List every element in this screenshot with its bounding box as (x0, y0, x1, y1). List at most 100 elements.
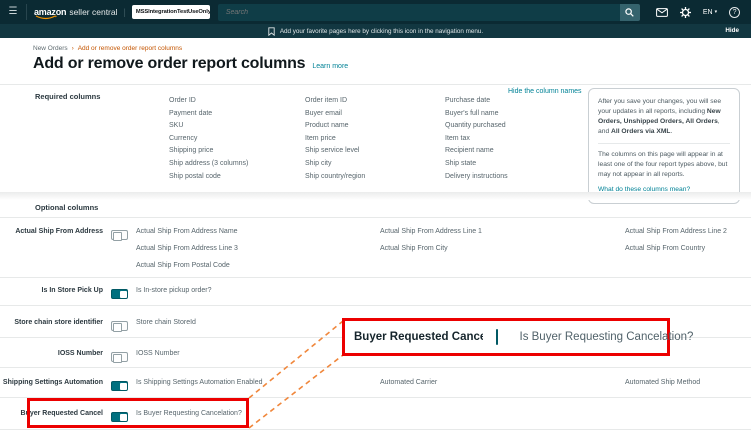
column-item: Actual Ship From Address Name (136, 223, 380, 240)
column-item: Order ID (169, 95, 248, 108)
toggle-is-in-store-pick-up[interactable] (111, 289, 128, 299)
row-label: Store chain store identifier (0, 318, 108, 337)
row-items-col-3 (625, 282, 751, 305)
search-input[interactable] (218, 4, 620, 21)
column-item: Currency (169, 133, 248, 146)
info-divider (598, 143, 730, 144)
row-label: IOSS Number (0, 349, 108, 367)
envelope-icon (656, 8, 668, 17)
column-item: Recipient name (445, 145, 508, 158)
column-item: Actual Ship From Address Line 1 (380, 223, 625, 240)
required-column-list-2: Order item IDBuyer emailProduct nameItem… (305, 95, 365, 183)
messages-button[interactable] (656, 8, 668, 17)
column-item: Buyer's full name (445, 108, 508, 121)
top-navbar: ☰ amazon seller central | MSSIntegration… (0, 0, 751, 24)
toggle-store-chain-identifier[interactable] (111, 321, 128, 331)
seller-central-text: seller central (69, 7, 117, 17)
hide-favorites-button[interactable]: Hide (725, 24, 739, 38)
column-item: Payment date (169, 108, 248, 121)
required-columns-heading: Required columns (35, 92, 100, 101)
chevron-down-icon: ▾ (715, 9, 718, 15)
optional-row-actual-ship-from-address: Actual Ship From Address Actual Ship Fro… (0, 218, 751, 278)
section-divider (0, 84, 751, 85)
column-item: Buyer email (305, 108, 365, 121)
optional-row-shipping-settings-automation: Shipping Settings Automation Is Shipping… (0, 368, 751, 398)
search-button[interactable] (620, 4, 640, 21)
amazon-logo-text: amazon (34, 7, 66, 17)
toggle-actual-ship-from-address[interactable] (111, 230, 128, 240)
column-item: Order item ID (305, 95, 365, 108)
row-items-col-3: Automated Ship Method (625, 374, 751, 397)
title-row: Add or remove order report columns Learn… (33, 55, 348, 73)
row-items-col-2 (380, 405, 625, 429)
help-button[interactable]: ? (729, 7, 740, 18)
optional-row-buyer-requested-cancel: Buyer Requested Cancel Is Buyer Requesti… (0, 398, 751, 430)
breadcrumb-separator-icon: › (72, 46, 74, 52)
callout-toggle-buyer-requested-cancel[interactable] (496, 329, 498, 345)
column-item: Delivery instructions (445, 171, 508, 184)
row-label: Actual Ship From Address (0, 227, 108, 277)
required-column-list-3: Purchase dateBuyer's full nameQuantity p… (445, 95, 508, 183)
toggle-buyer-requested-cancel[interactable] (111, 412, 128, 422)
nav-divider (26, 4, 27, 20)
row-items-col-2 (380, 282, 625, 305)
column-item: Actual Ship From City (380, 240, 625, 257)
column-item: Ship postal code (169, 171, 248, 184)
column-item: Actual Ship From Country (625, 240, 751, 257)
gear-icon (680, 7, 691, 18)
column-item: Actual Ship From Postal Code (136, 257, 380, 274)
menu-icon[interactable]: ☰ (0, 0, 26, 24)
column-item: Automated Ship Method (625, 374, 751, 391)
callout-label: Buyer Requested Cancel (354, 331, 490, 343)
help-icon: ? (729, 7, 740, 18)
row-label: Shipping Settings Automation (0, 378, 108, 397)
favorites-message: Add your favorite pages here by clicking… (280, 28, 483, 35)
column-item: Quantity purchased (445, 120, 508, 133)
amazon-seller-central-logo[interactable]: amazon seller central (34, 7, 118, 17)
column-item: Is Shipping Settings Automation Enabled (136, 374, 380, 391)
account-selector[interactable]: MSSIntegrationTestUseOnly | U... (132, 5, 210, 19)
nav-separator: | (124, 7, 126, 17)
reports-info-box: After you save your changes, you will se… (588, 88, 740, 204)
row-items-col-1: Is Shipping Settings Automation Enabled (136, 374, 380, 397)
column-item: Ship country/region (305, 171, 365, 184)
required-column-list-1: Order IDPayment dateSKUCurrencyShipping … (169, 95, 248, 183)
breadcrumb-current[interactable]: Add or remove order report columns (78, 45, 182, 52)
amazon-smile-icon (35, 15, 57, 20)
row-items-col-1: Is Buyer Requesting Cancelation? (136, 405, 380, 429)
column-item: Purchase date (445, 95, 508, 108)
column-item: Is Buyer Requesting Cancelation? (136, 405, 380, 422)
column-item: Shipping price (169, 145, 248, 158)
row-items-col-2: Actual Ship From Address Line 1Actual Sh… (380, 223, 625, 277)
hide-column-names-link[interactable]: Hide the column names (508, 88, 582, 95)
column-item: Ship state (445, 158, 508, 171)
breadcrumb-new-orders[interactable]: New Orders (33, 45, 68, 52)
bookmark-icon (268, 27, 275, 36)
settings-button[interactable] (680, 7, 691, 18)
row-items-col-1: Is In-store pickup order? (136, 282, 380, 305)
column-item: Item tax (445, 133, 508, 146)
global-search (218, 4, 640, 21)
learn-more-link[interactable]: Learn more (312, 63, 348, 70)
column-item: SKU (169, 120, 248, 133)
callout-question: Is Buyer Requesting Cancelation? (520, 331, 694, 343)
favorites-bar: Add your favorite pages here by clicking… (0, 24, 751, 38)
page-title: Add or remove order report columns (33, 55, 305, 73)
column-item: Ship address (3 columns) (169, 158, 248, 171)
column-item: Automated Carrier (380, 374, 625, 391)
row-items-col-2: Automated Carrier (380, 374, 625, 397)
favorites-message-group: Add your favorite pages here by clicking… (268, 27, 483, 36)
toggle-shipping-settings-automation[interactable] (111, 381, 128, 391)
column-item: Ship service level (305, 145, 365, 158)
row-label: Is In Store Pick Up (0, 286, 108, 305)
language-selector[interactable]: EN▾ (703, 9, 717, 16)
search-icon (625, 8, 634, 17)
toggle-ioss-number[interactable] (111, 352, 128, 362)
column-item: Actual Ship From Address Line 2 (625, 223, 751, 240)
optional-row-is-in-store-pick-up: Is In Store Pick Up Is In-store pickup o… (0, 278, 751, 306)
row-items-col-3: Actual Ship From Address Line 2Actual Sh… (625, 223, 751, 277)
column-item: Actual Ship From Address Line 3 (136, 240, 380, 257)
section-shadow (0, 192, 751, 200)
column-item: Item price (305, 133, 365, 146)
column-item: Is In-store pickup order? (136, 282, 380, 299)
